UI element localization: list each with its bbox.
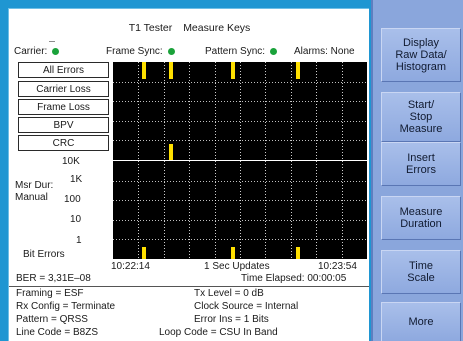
all-errors-event-marker [296, 62, 300, 79]
time-scale-button[interactable]: Time Scale [381, 250, 461, 294]
frame-sync-status: Frame Sync: [106, 46, 175, 57]
ber-readout: BER = 3,31E–08 [16, 273, 91, 284]
more-button[interactable]: More [381, 302, 461, 341]
y-tick-10: 10 [70, 214, 82, 225]
screen-subtitle: Measure Keys [183, 22, 251, 34]
loop-code-setting: Loop Code = CSU In Band [159, 327, 278, 338]
bit-errors-chart [113, 161, 367, 259]
time-elapsed-readout: Time Elapsed: 00:00:05 [241, 273, 347, 284]
msr-dur-value: Manual [15, 192, 48, 203]
alarms-label: Alarms: None [294, 46, 355, 57]
window-title: T1 Tester Measure Keys [9, 22, 369, 34]
time-axis-update-rate: 1 Sec Updates [204, 261, 270, 272]
measure-duration-button[interactable]: Measure Duration [381, 196, 461, 240]
frame-sync-ok-indicator-icon [167, 48, 175, 55]
all-errors-event-marker [169, 62, 173, 79]
tx-level-setting: Tx Level = 0 dB [194, 288, 264, 299]
carrier-status: Carrier: [14, 46, 60, 57]
crc-event-marker [169, 144, 173, 160]
pattern-sync-status: Pattern Sync: [205, 46, 278, 57]
app-title: T1 Tester [128, 22, 173, 34]
error-ins-setting: Error Ins = 1 Bits [194, 314, 269, 325]
decorative-tick [49, 41, 55, 42]
display-raw-data-histogram-button[interactable]: Display Raw Data/ Histogram [381, 28, 461, 82]
insert-errors-button[interactable]: Insert Errors [381, 142, 461, 186]
error-filter-crc-button[interactable]: CRC [18, 135, 109, 151]
carrier-ok-indicator-icon [52, 48, 60, 55]
bit-error-event-marker [231, 247, 235, 259]
pattern-sync-ok-indicator-icon [270, 48, 278, 55]
line-code-setting: Line Code = B8ZS [16, 327, 98, 338]
y-tick-100: 100 [64, 194, 81, 205]
time-axis-start: 10:22:14 [111, 261, 150, 272]
carrier-label: Carrier: [14, 46, 48, 57]
time-axis-end: 10:23:54 [318, 261, 357, 272]
error-filter-all-errors-button[interactable]: All Errors [18, 62, 109, 78]
bit-errors-axis-title: Bit Errors [23, 249, 65, 260]
pattern-setting: Pattern = QRSS [16, 314, 88, 325]
bit-error-event-marker [296, 247, 300, 259]
error-filter-carrier-loss-button[interactable]: Carrier Loss [18, 81, 109, 97]
all-errors-event-marker [142, 62, 146, 79]
error-filter-frame-loss-button[interactable]: Frame Loss [18, 99, 109, 115]
signal-status-row: Carrier: Frame Sync: Pattern Sync: Alarm… [9, 46, 369, 59]
clock-source-setting: Clock Source = Internal [194, 301, 299, 312]
error-filter-bpv-button[interactable]: BPV [18, 117, 109, 133]
y-tick-1k: 1K [70, 174, 83, 185]
pattern-sync-label: Pattern Sync: [205, 46, 266, 57]
rx-config-setting: Rx Config = Terminate [16, 301, 116, 312]
framing-setting: Framing = ESF [16, 288, 84, 299]
start-stop-measure-button[interactable]: Start/ Stop Measure [381, 92, 461, 142]
error-events-chart [113, 62, 367, 160]
y-tick-10k: 10K [62, 156, 80, 167]
frame-sync-label: Frame Sync: [106, 46, 163, 57]
divider [9, 286, 369, 287]
y-tick-1: 1 [76, 235, 82, 246]
bit-error-event-marker [142, 247, 146, 259]
soft-key-sidebar: Display Raw Data/ Histogram Start/ Stop M… [371, 0, 463, 341]
alarms-status: Alarms: None [294, 46, 355, 57]
measurement-panel: T1 Tester Measure Keys Carrier: Frame Sy… [8, 8, 369, 341]
all-errors-event-marker [231, 62, 235, 79]
msr-dur-label: Msr Dur: [15, 180, 54, 191]
